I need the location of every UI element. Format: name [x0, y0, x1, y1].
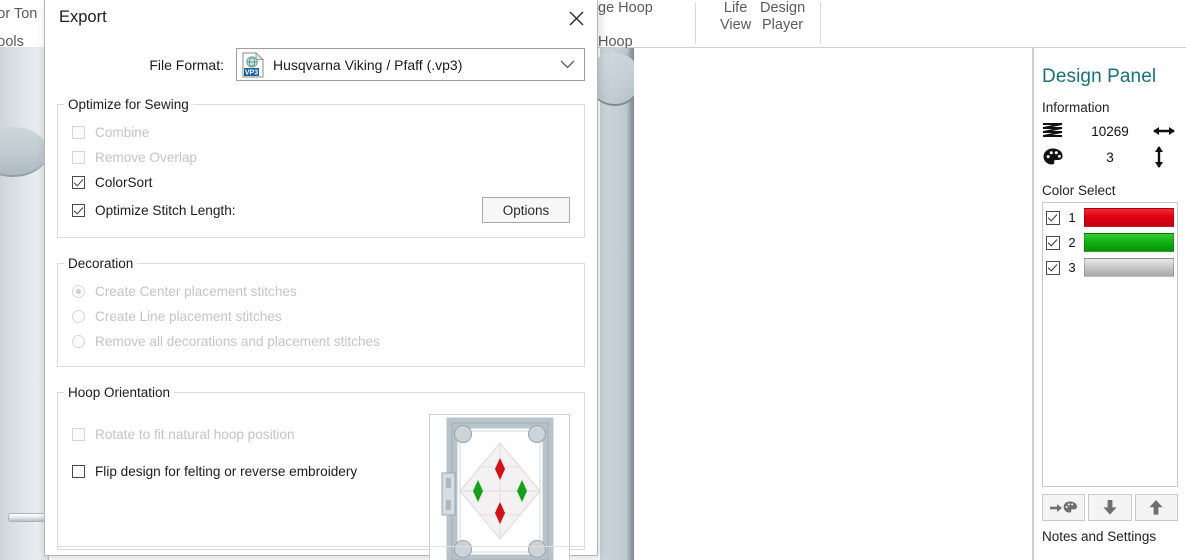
optimize-for-sewing-group: Optimize for Sewing Combine Remove Overl… [57, 97, 585, 238]
color-select-label: Color Select [1042, 183, 1116, 198]
left-tool-panel [0, 47, 50, 560]
hoop-orientation-legend: Hoop Orientation [68, 385, 171, 400]
color-swatch[interactable] [1084, 233, 1174, 252]
ribbon-life-view-button[interactable]: Life View [720, 0, 751, 34]
option-remove-all-decorations: Remove all decorations and placement sti… [72, 329, 570, 353]
design-player-line-1: Design [760, 0, 806, 16]
decoration-group: Decoration Create Center placement stitc… [57, 256, 585, 367]
option-flip-design[interactable]: Flip design for felting or reverse embro… [72, 453, 429, 489]
file-format-dropdown[interactable]: VP3 Husqvarna Viking / Pfaff (.vp3) [236, 48, 585, 81]
application-window: olor Ton Tools ge Hoop Hoop Life View De… [0, 0, 1186, 560]
remove-all-decorations-radio [72, 334, 85, 348]
hoop-preview-image [429, 414, 570, 560]
ribbon-design-player-button[interactable]: Design Player [760, 0, 805, 34]
color-list-item[interactable]: 2 [1046, 232, 1174, 253]
colorsort-label: ColorSort [95, 174, 153, 190]
hoop-orientation-group: Hoop Orientation Rotate to fit natural h… [57, 385, 585, 560]
options-button[interactable]: Options [482, 197, 570, 223]
move-up-button[interactable] [1134, 494, 1178, 521]
colorsort-checkbox[interactable] [72, 175, 85, 189]
color-index: 2 [1068, 235, 1076, 250]
dialog-titlebar: Export [45, 0, 597, 38]
create-center-placement-radio [72, 284, 85, 298]
stitch-count-value: 10269 [1091, 123, 1129, 139]
optimize-stitch-length-checkbox[interactable] [72, 203, 85, 217]
information-grid: 10269 3 [1042, 122, 1178, 169]
life-view-line-1: Life [723, 0, 748, 16]
file-format-label: File Format: [149, 56, 224, 73]
color-swatch[interactable] [1084, 208, 1174, 227]
dialog-footer-divider [57, 546, 585, 547]
rotate-to-fit-checkbox [72, 427, 85, 441]
close-button[interactable] [561, 4, 591, 32]
hoop-frame-strip [600, 48, 634, 560]
color-visible-checkbox[interactable] [1046, 235, 1060, 250]
dialog-title: Export [59, 8, 107, 26]
decoration-body: Create Center placement stitches Create … [58, 271, 584, 366]
decoration-legend: Decoration [68, 256, 134, 271]
file-format-value: Husqvarna Viking / Pfaff (.vp3) [273, 56, 463, 73]
life-view-line-2: View [720, 17, 752, 33]
option-create-center-placement: Create Center placement stitches [72, 279, 570, 303]
option-colorsort[interactable]: ColorSort [72, 170, 570, 194]
color-count-value: 3 [1106, 149, 1114, 165]
color-list-item[interactable]: 3 [1046, 257, 1174, 278]
horizontal-arrow-icon [1152, 124, 1178, 138]
hoop-orientation-options: Rotate to fit natural hoop position Flip… [72, 410, 429, 560]
option-remove-overlap: Remove Overlap [72, 145, 570, 169]
color-visible-checkbox[interactable] [1046, 210, 1060, 225]
export-dialog: Export File Format: VP3 Husqvarna Viking… [44, 0, 598, 560]
option-create-line-placement: Create Line placement stitches [72, 304, 570, 328]
ribbon-divider-2 [820, 2, 821, 44]
remove-overlap-label: Remove Overlap [95, 149, 197, 165]
combine-checkbox [72, 125, 85, 139]
create-center-placement-label: Create Center placement stitches [95, 283, 297, 299]
svg-text:VP3: VP3 [245, 69, 258, 76]
hoop-orientation-body: Rotate to fit natural hoop position Flip… [58, 400, 584, 560]
optimize-for-sewing-body: Combine Remove Overlap ColorSort Optimiz… [58, 112, 584, 237]
ribbon-change-hoop-label[interactable]: ge Hoop [598, 0, 653, 17]
color-list-item[interactable]: 1 [1046, 207, 1174, 228]
color-visible-checkbox[interactable] [1046, 260, 1060, 275]
option-optimize-stitch-length[interactable]: Optimize Stitch Length: [72, 203, 236, 218]
design-canvas[interactable] [634, 48, 1033, 560]
hoop-edge-decoration [0, 127, 48, 177]
notes-and-settings-label[interactable]: Notes and Settings [1042, 529, 1178, 544]
remove-overlap-checkbox [72, 150, 85, 164]
color-swatch[interactable] [1084, 258, 1174, 277]
optimize-stitch-length-label: Optimize Stitch Length: [95, 202, 236, 218]
create-line-placement-label: Create Line placement stitches [95, 308, 282, 324]
remove-all-decorations-label: Remove all decorations and placement sti… [95, 333, 380, 349]
vp3-file-icon: VP3 [241, 51, 265, 78]
chevron-down-icon[interactable] [560, 56, 575, 74]
color-palette-icon [1042, 147, 1068, 167]
move-down-button[interactable] [1088, 494, 1132, 521]
vertical-arrow-icon [1152, 145, 1178, 169]
flip-design-label: Flip design for felting or reverse embro… [95, 463, 358, 479]
design-panel: Design Panel Information 10269 3 Color S… [1033, 48, 1186, 560]
flip-design-checkbox[interactable] [72, 464, 85, 478]
option-optimize-stitch-length-row: Optimize Stitch Length: Options [72, 195, 570, 225]
information-label: Information [1042, 100, 1110, 115]
option-rotate-to-fit: Rotate to fit natural hoop position [72, 416, 429, 452]
ribbon-divider [695, 2, 696, 44]
stitch-zigzag-icon [1042, 122, 1068, 140]
design-panel-toolbar [1042, 494, 1178, 521]
color-index: 1 [1068, 210, 1076, 225]
ribbon-color-tone-label[interactable]: olor Ton [0, 6, 37, 23]
rotate-to-fit-label: Rotate to fit natural hoop position [95, 426, 295, 442]
combine-label: Combine [95, 124, 150, 140]
close-icon [569, 11, 583, 25]
option-combine: Combine [72, 120, 570, 144]
design-panel-title: Design Panel [1042, 66, 1157, 87]
optimize-for-sewing-legend: Optimize for Sewing [68, 97, 189, 112]
design-player-line-2: Player [762, 17, 804, 33]
create-line-placement-radio [72, 309, 85, 323]
color-select-list[interactable]: 1 2 3 [1042, 202, 1178, 487]
send-to-palette-button[interactable] [1042, 494, 1086, 521]
file-format-row: File Format: VP3 Husqvarna Viking / Pfaf… [45, 48, 597, 81]
color-index: 3 [1068, 260, 1076, 275]
